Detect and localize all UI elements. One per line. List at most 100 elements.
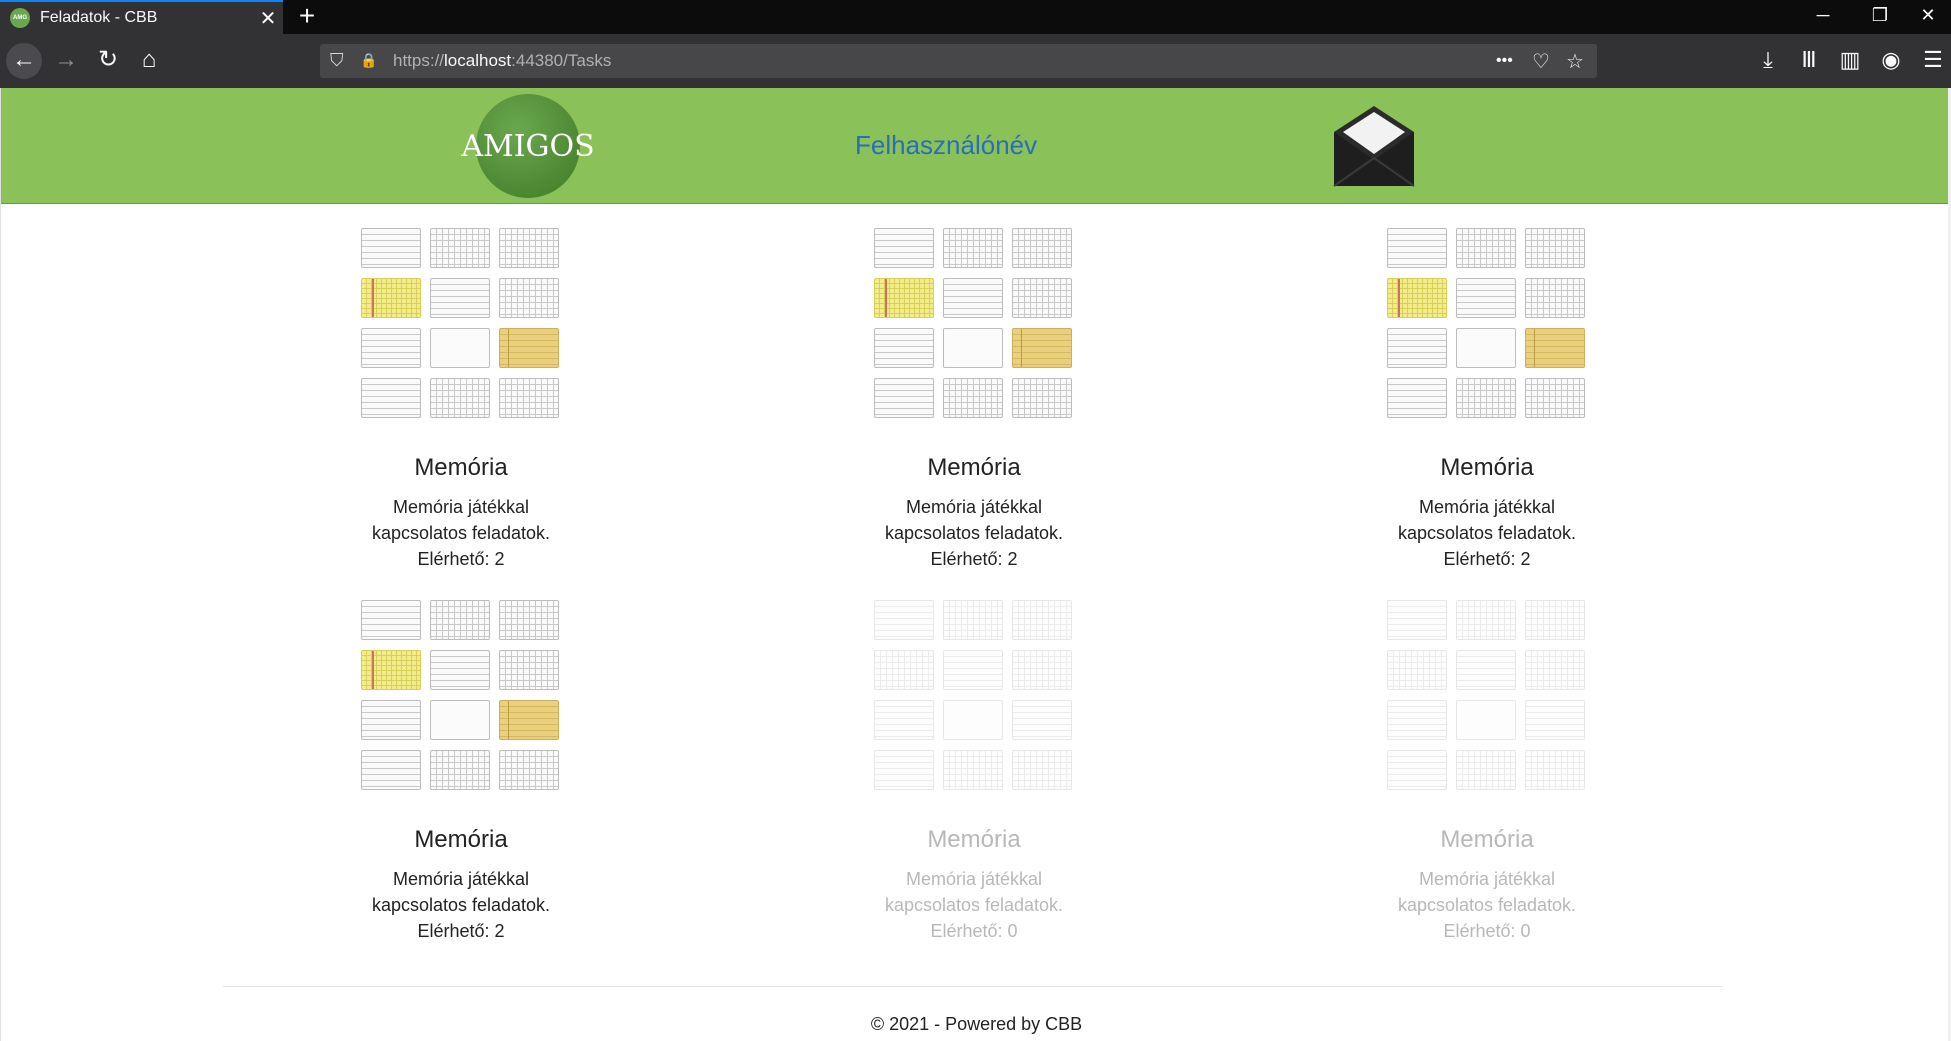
- nav-toolbar: ← → ↻ ⌂ ⛉ 🔒 https://localhost:44380/Task…: [0, 34, 1951, 88]
- task-description: Memória játékkal kapcsolatos feladatok. El…: [1357, 866, 1617, 944]
- url-text[interactable]: https://localhost:44380/Tasks: [393, 51, 611, 71]
- notebook-image: [874, 750, 934, 790]
- notebooks-thumbnail: [361, 596, 561, 796]
- notebook-image: [499, 600, 559, 640]
- pocket-icon[interactable]: ♡: [1532, 49, 1550, 74]
- notebook-image: [1456, 700, 1516, 740]
- task-description: Memória játékkal kapcsolatos feladatok. El…: [844, 866, 1104, 944]
- tab-strip: AMG Feladatok - CBB ✕ + ─ ❐ ✕: [0, 0, 1951, 34]
- notebook-image: [1012, 328, 1072, 368]
- notebook-image: [943, 378, 1003, 418]
- notebooks-thumbnail: [874, 596, 1074, 796]
- notebook-image: [1012, 750, 1072, 790]
- notebook-image: [1456, 650, 1516, 690]
- task-title[interactable]: Memória: [331, 826, 591, 854]
- notebook-image: [1456, 378, 1516, 418]
- close-tab-icon[interactable]: ✕: [253, 6, 283, 31]
- lock-icon[interactable]: 🔒: [360, 52, 377, 69]
- library-icon[interactable]: Ⅲ: [1794, 48, 1824, 72]
- notebook-image: [1387, 278, 1447, 318]
- notebook-image: [1387, 328, 1447, 368]
- menu-icon[interactable]: ☰: [1918, 48, 1948, 72]
- favicon-icon: AMG: [10, 8, 30, 28]
- notebook-image: [499, 750, 559, 790]
- notebook-image: [874, 600, 934, 640]
- notebook-image: [1387, 378, 1447, 418]
- notebook-image: [430, 600, 490, 640]
- shield-icon[interactable]: ⛉: [330, 50, 344, 71]
- task-title[interactable]: Memória: [844, 454, 1104, 482]
- task-description: Memória játékkal kapcsolatos feladatok. El…: [1357, 494, 1617, 572]
- notebooks-thumbnail: [361, 224, 561, 424]
- site-header: AMIGOS Felhasználónév: [1, 88, 1951, 204]
- notebook-image: [361, 700, 421, 740]
- minimize-button[interactable]: ─: [1800, 0, 1846, 34]
- notebook-image: [1387, 700, 1447, 740]
- url-bar[interactable]: ⛉ 🔒 https://localhost:44380/Tasks ••• ♡ …: [320, 44, 1597, 78]
- notebook-image: [943, 278, 1003, 318]
- home-button[interactable]: ⌂: [131, 43, 167, 79]
- notebook-image: [1387, 228, 1447, 268]
- notebook-image: [874, 378, 934, 418]
- task-title: Memória: [1440, 826, 1534, 853]
- tab-title: Feladatok - CBB: [40, 9, 158, 26]
- notebooks-thumbnail: [874, 224, 1074, 424]
- notebook-image: [943, 328, 1003, 368]
- new-tab-button[interactable]: +: [290, 0, 324, 34]
- availability-count: Elérhető: 2: [930, 549, 1018, 569]
- task-description: Memória játékkal kapcsolatos feladatok. El…: [331, 866, 591, 944]
- task-title[interactable]: Memória: [1357, 454, 1617, 482]
- amigos-logo[interactable]: AMIGOS: [461, 94, 595, 198]
- notebook-image: [1387, 650, 1447, 690]
- account-icon[interactable]: ◉: [1876, 48, 1906, 72]
- task-card[interactable]: Memória Memória játékkal kapcsolatos felad…: [844, 224, 1104, 572]
- notebook-image: [1456, 228, 1516, 268]
- notebook-image: [361, 278, 421, 318]
- notebook-image: [874, 700, 934, 740]
- restore-button[interactable]: ❐: [1857, 0, 1903, 34]
- notebook-image: [943, 750, 1003, 790]
- notebook-image: [1525, 278, 1585, 318]
- availability-count: Elérhető: 2: [1443, 549, 1531, 569]
- notebook-image: [499, 228, 559, 268]
- browser-tab[interactable]: AMG Feladatok - CBB ✕: [0, 0, 283, 34]
- footer-text: © 2021 - Powered by CBB: [870, 1014, 1083, 1034]
- envelope-icon[interactable]: [1331, 102, 1417, 190]
- notebook-image: [361, 600, 421, 640]
- task-title[interactable]: Memória: [331, 454, 591, 482]
- task-card[interactable]: Memória Memória játékkal kapcsolatos felad…: [1357, 224, 1617, 572]
- notebook-image: [499, 650, 559, 690]
- notebook-image: [1525, 600, 1585, 640]
- sidebar-icon[interactable]: ▥: [1835, 48, 1865, 72]
- username-link[interactable]: Felhasználónév: [855, 130, 1037, 161]
- task-card: Memória Memória játékkal kapcsolatos felad…: [844, 596, 1104, 944]
- description-line: kapcsolatos feladatok.: [884, 523, 1064, 543]
- notebook-image: [943, 650, 1003, 690]
- more-actions-icon[interactable]: •••: [1496, 52, 1513, 70]
- description-line: kapcsolatos feladatok.: [371, 523, 551, 543]
- notebook-image: [430, 378, 490, 418]
- task-card[interactable]: Memória Memória játékkal kapcsolatos felad…: [331, 224, 591, 572]
- notebook-image: [499, 328, 559, 368]
- notebook-image: [1525, 328, 1585, 368]
- description-line: Memória játékkal: [392, 497, 530, 517]
- notebook-image: [874, 228, 934, 268]
- download-icon[interactable]: ⤓: [1753, 48, 1783, 72]
- notebook-image: [874, 278, 934, 318]
- back-button[interactable]: ←: [6, 43, 42, 79]
- notebook-image: [430, 750, 490, 790]
- forward-button[interactable]: →: [48, 43, 84, 79]
- reload-button[interactable]: ↻: [90, 43, 126, 79]
- notebook-image: [1525, 378, 1585, 418]
- close-window-button[interactable]: ✕: [1905, 0, 1951, 34]
- task-card: Memória Memória játékkal kapcsolatos felad…: [1357, 596, 1617, 944]
- notebooks-thumbnail: [1387, 596, 1587, 796]
- notebook-image: [1012, 650, 1072, 690]
- bookmark-star-icon[interactable]: ☆: [1566, 49, 1584, 74]
- notebook-image: [1012, 378, 1072, 418]
- notebook-image: [499, 278, 559, 318]
- notebook-image: [943, 700, 1003, 740]
- notebook-image: [1387, 600, 1447, 640]
- notebook-image: [1012, 228, 1072, 268]
- task-card[interactable]: Memória Memória játékkal kapcsolatos felad…: [331, 596, 591, 944]
